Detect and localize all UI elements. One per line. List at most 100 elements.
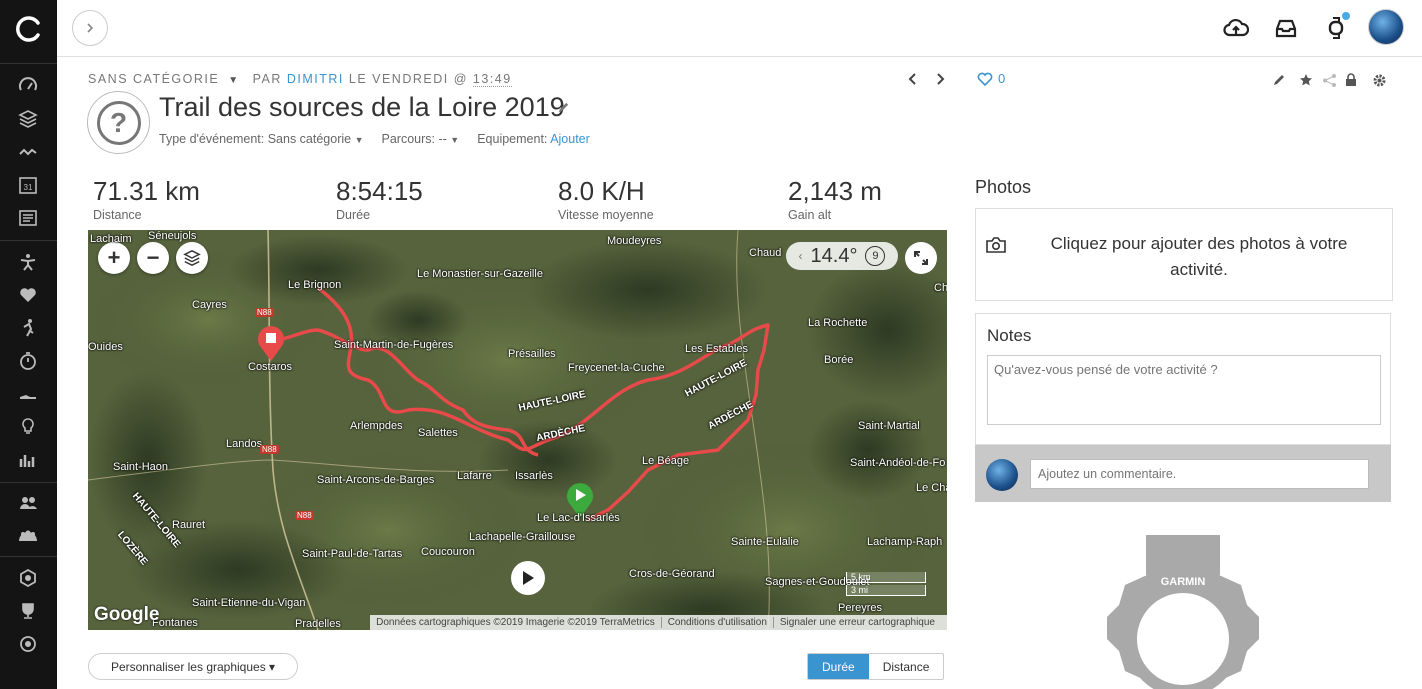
gear-shoe-icon[interactable] — [14, 380, 42, 408]
angle-value: 14.4° — [810, 244, 858, 267]
question-mark-icon: ? — [96, 100, 141, 145]
top-bar — [57, 0, 1422, 57]
scale-km: 5 km — [846, 572, 926, 583]
comment-input[interactable] — [1030, 459, 1369, 489]
activity-trend-icon[interactable] — [14, 138, 42, 166]
user-avatar[interactable] — [1368, 9, 1404, 45]
report-error-link[interactable]: Signaler une erreur cartographique — [780, 617, 941, 628]
category-dropdown[interactable]: SANS CATÉGORIE — [88, 72, 219, 86]
add-photos-area[interactable]: Cliquez pour ajouter des photos à votre … — [975, 208, 1393, 301]
chevron-right-icon — [937, 73, 945, 85]
svg-text:31: 31 — [24, 183, 33, 192]
map-place-label: Lachamp-Raph — [867, 536, 943, 548]
insights-bulb-icon[interactable] — [14, 413, 42, 441]
left-sidebar: 31 — [0, 0, 57, 689]
reports-chart-icon[interactable] — [14, 446, 42, 474]
map-place-label: Le Cham — [916, 482, 947, 494]
notes-textarea[interactable] — [987, 355, 1381, 425]
stopwatch-icon[interactable] — [14, 347, 42, 375]
map-place-label: Coucouron — [421, 546, 475, 558]
map-place-label: Salettes — [418, 427, 458, 439]
previous-activity-button[interactable] — [907, 72, 919, 91]
comment-bar — [975, 445, 1391, 502]
connections-icon[interactable] — [14, 489, 42, 517]
route-map[interactable]: + − ‹ 14.4° 9 Lachaim Séneujols Moudeyre… — [88, 230, 947, 630]
photos-heading: Photos — [975, 177, 1032, 197]
settings-gear-icon[interactable] — [1371, 72, 1387, 88]
map-place-label: Saint-Etienne-du-Vigan — [192, 597, 306, 609]
challenges-target-icon[interactable] — [14, 630, 42, 658]
map-layers-button[interactable] — [176, 242, 208, 274]
performance-icon[interactable] — [14, 314, 42, 342]
inbox-icon[interactable] — [1272, 14, 1300, 42]
play-route-button[interactable] — [511, 561, 545, 595]
like-button[interactable]: 0 — [977, 71, 1005, 86]
layers-icon[interactable] — [14, 105, 42, 133]
duration-tab[interactable]: Durée — [808, 654, 869, 679]
upload-cloud-icon[interactable] — [1222, 14, 1250, 42]
map-place-label: Les Estables — [685, 343, 748, 355]
map-place-label: Ch — [934, 282, 947, 294]
activity-title[interactable]: Trail des sources de la Loire 2019 — [159, 92, 565, 123]
calendar-icon[interactable]: 31 — [14, 171, 42, 199]
map-attribution: Données cartographiques ©2019 Imagerie ©… — [370, 615, 947, 630]
map-place-label: Landos — [226, 438, 263, 450]
stat-speed: 8.0 K/H Vitesse moyenne — [558, 176, 654, 222]
chart-axis-toggle: Durée Distance — [807, 653, 945, 680]
map-place-label: Borée — [824, 354, 854, 366]
map-place-label: Costaros — [248, 361, 293, 373]
course-dropdown[interactable]: Parcours: -- ▼ — [382, 132, 460, 146]
map-place-label: Saint-Paul-de-Tartas — [302, 548, 403, 560]
map-place-label: Cayres — [192, 299, 227, 311]
health-heart-icon[interactable] — [14, 281, 42, 309]
fitness-person-icon[interactable] — [14, 248, 42, 276]
badges-icon[interactable] — [14, 564, 42, 592]
groups-icon[interactable] — [14, 522, 42, 550]
road-marker: N88 — [255, 308, 274, 317]
distance-tab[interactable]: Distance — [869, 654, 944, 679]
customize-charts-button[interactable]: Personnaliser les graphiques ▾ — [88, 653, 298, 680]
add-equipment-link[interactable]: Ajouter — [550, 132, 590, 146]
zoom-out-button[interactable]: − — [137, 242, 169, 274]
trophy-icon[interactable] — [14, 597, 42, 625]
map-place-label: Sainte-Eulalie — [731, 536, 799, 548]
caret-down-icon[interactable]: ▼ — [228, 75, 239, 86]
event-type-dropdown[interactable]: Type d'événement: Sans catégorie ▼ — [159, 132, 364, 146]
stat-value: 8:54:15 — [336, 176, 423, 206]
terms-link[interactable]: Conditions d'utilisation — [668, 617, 774, 628]
heart-outline-icon — [977, 72, 993, 86]
zoom-in-button[interactable]: + — [98, 242, 130, 274]
map-place-label: Moudeyres — [607, 235, 662, 247]
share-icon[interactable] — [1321, 72, 1337, 88]
map-place-label: Ouides — [88, 341, 123, 353]
activity-time[interactable]: 13:49 — [472, 72, 512, 87]
activity-properties: Type d'événement: Sans catégorie ▼ Parco… — [159, 132, 608, 146]
map-place-label: Le Béage — [642, 455, 690, 467]
map-scale: 5 km 3 mi — [846, 572, 926, 598]
author-link[interactable]: DIMITRI — [287, 72, 344, 86]
next-activity-button[interactable] — [934, 72, 946, 91]
tilt-angle-control[interactable]: ‹ 14.4° 9 — [786, 242, 898, 270]
map-place-label: Le Lac-d'Issarlès — [537, 512, 620, 524]
edit-title-pencil-icon[interactable] — [557, 101, 570, 117]
finish-marker-icon[interactable] — [256, 324, 286, 362]
fullscreen-button[interactable] — [905, 242, 937, 274]
expand-sidebar-button[interactable] — [72, 10, 108, 46]
privacy-lock-icon[interactable] — [1343, 72, 1359, 88]
activity-meta-line: SANS CATÉGORIE ▼ PAR DIMITRI LE VENDREDI… — [88, 72, 512, 87]
stat-label: Gain alt — [788, 208, 832, 222]
by-label: PAR — [252, 72, 282, 86]
commenter-avatar — [986, 459, 1018, 491]
compass-icon: 9 — [865, 246, 886, 266]
garmin-connect-logo-icon[interactable] — [14, 14, 44, 44]
news-feed-icon[interactable] — [14, 204, 42, 232]
map-place-label: Cros-de-Géorand — [629, 568, 715, 580]
favorite-star-icon[interactable] — [1298, 72, 1314, 88]
course-label: Parcours: -- — [381, 132, 447, 146]
map-place-label: Pradelles — [295, 618, 341, 630]
map-place-label: Saint-Andéol-de-Fo — [850, 457, 946, 469]
equipment-group: Equipement: Ajouter — [477, 132, 590, 146]
edit-pencil-icon[interactable] — [1271, 72, 1287, 88]
map-place-label: Lachapelle-Graillouse — [469, 531, 576, 543]
dashboard-icon[interactable] — [14, 72, 42, 100]
